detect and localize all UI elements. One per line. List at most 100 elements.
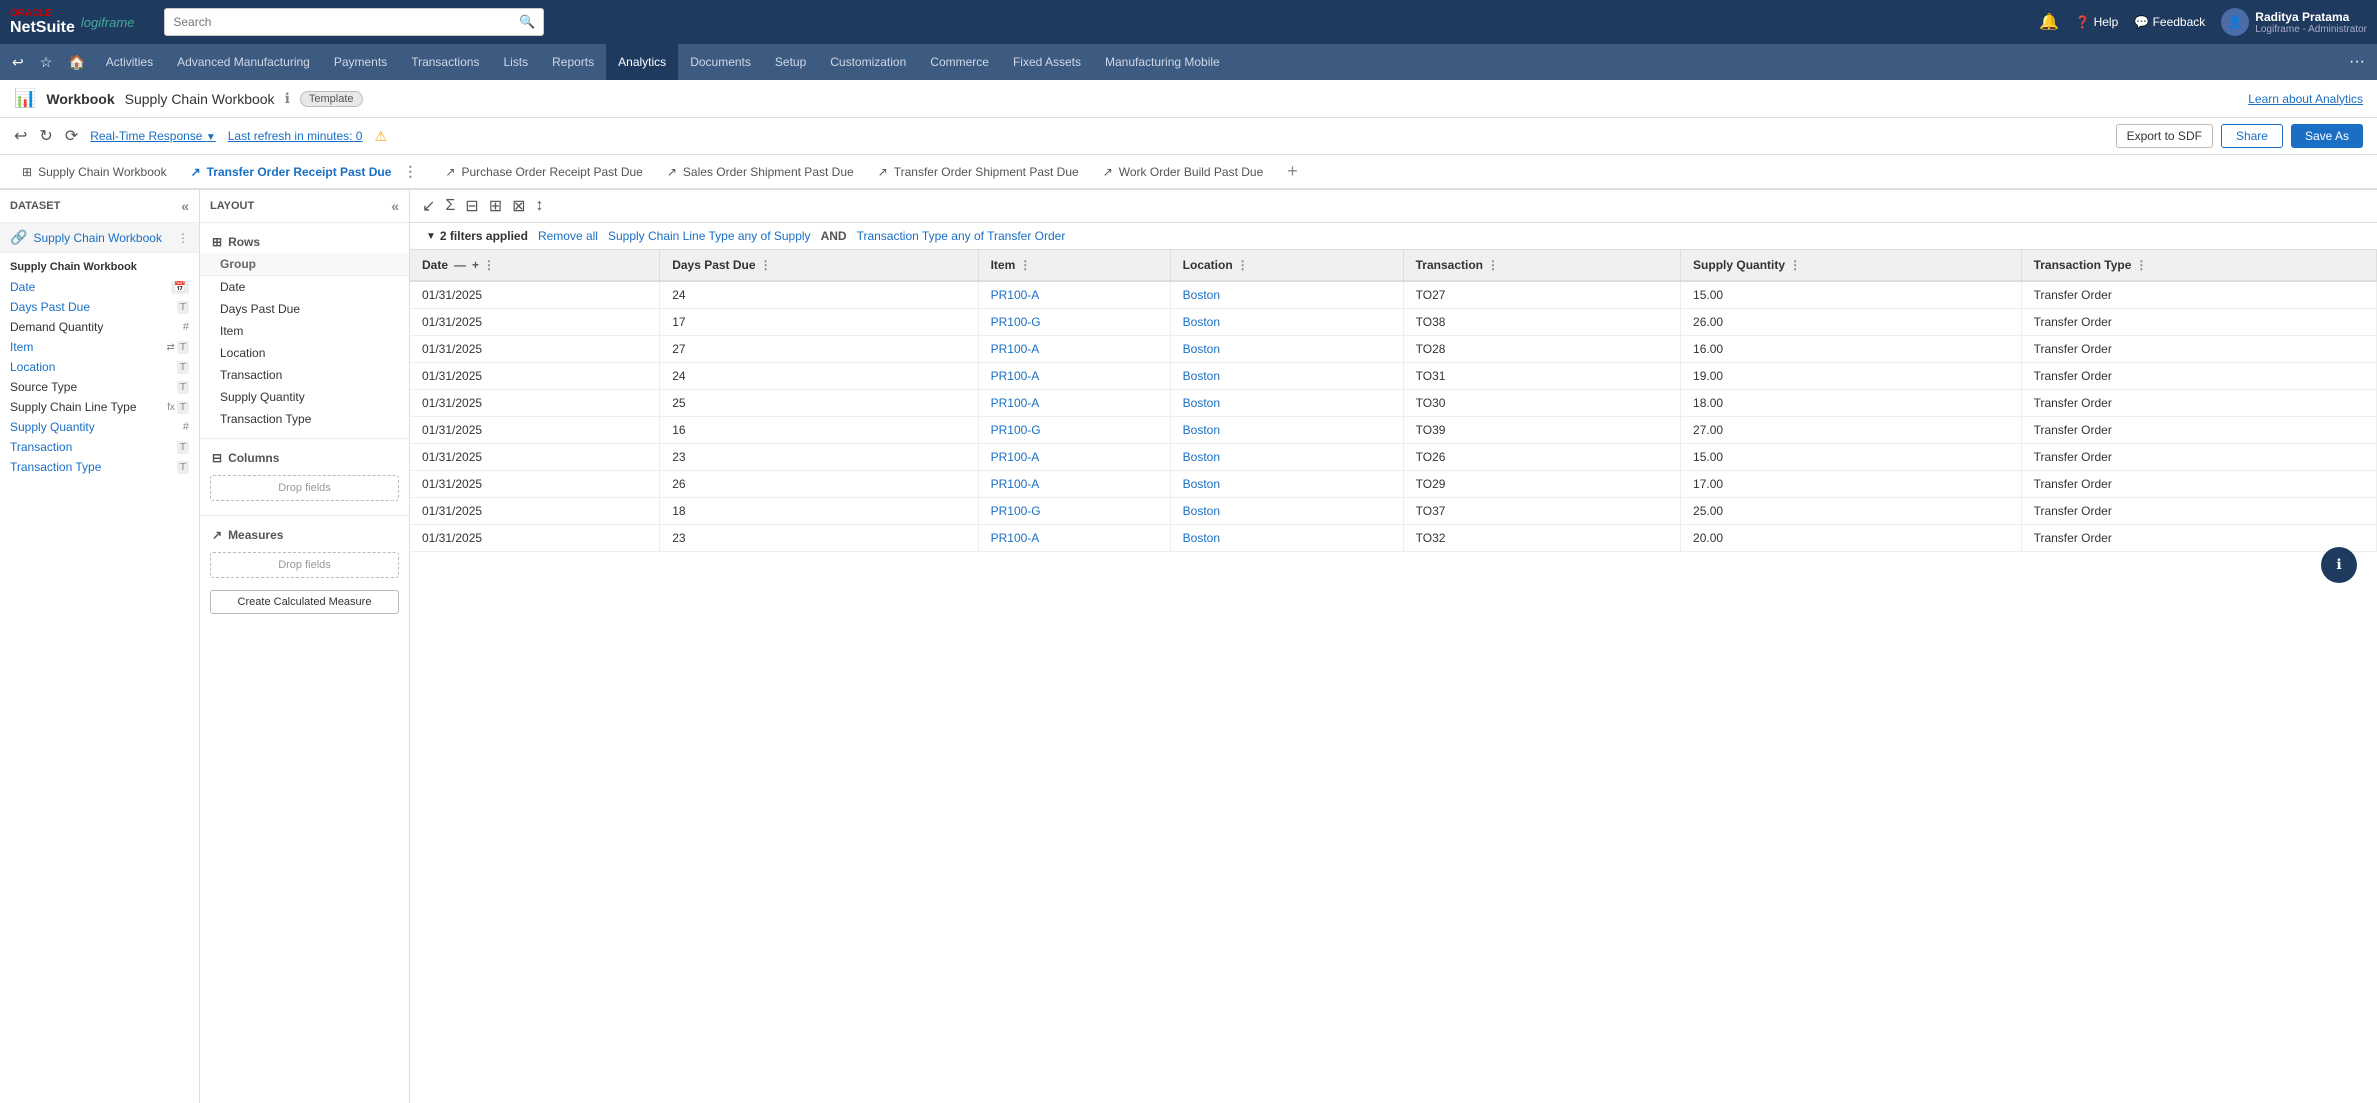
tx-type-col-menu[interactable]: ⋮: [2135, 258, 2147, 272]
nav-star-icon[interactable]: ☆: [32, 54, 61, 71]
dataset-kebab-menu[interactable]: ⋮: [177, 231, 189, 245]
cell-item-2[interactable]: PR100-A: [978, 336, 1170, 363]
cell-location-3[interactable]: Boston: [1170, 363, 1403, 390]
refresh-mode-btn[interactable]: Real-Time Response ▼: [90, 129, 216, 143]
layout-row-transaction-type[interactable]: Transaction Type: [200, 408, 409, 430]
last-refresh-info[interactable]: Last refresh in minutes: 0: [228, 129, 363, 143]
cell-item-7[interactable]: PR100-A: [978, 471, 1170, 498]
tab-purchase-order-receipt[interactable]: ↗ Purchase Order Receipt Past Due: [433, 157, 654, 189]
create-calculated-measure-button[interactable]: Create Calculated Measure: [210, 590, 399, 614]
cell-item-8[interactable]: PR100-G: [978, 498, 1170, 525]
dataset-collapse-btn[interactable]: «: [181, 198, 189, 214]
redo-icon[interactable]: ↻: [39, 126, 52, 146]
field-days-past-due[interactable]: Days Past Due T: [0, 297, 199, 317]
nav-back-icon[interactable]: ↩: [4, 54, 32, 71]
days-col-menu[interactable]: ⋮: [760, 258, 772, 272]
cell-item-5[interactable]: PR100-G: [978, 417, 1170, 444]
nav-transactions[interactable]: Transactions: [399, 44, 491, 80]
nav-reports[interactable]: Reports: [540, 44, 606, 80]
nav-more-icon[interactable]: ···: [2341, 53, 2373, 71]
refresh-icon[interactable]: ⟳: [65, 126, 78, 146]
user-info[interactable]: 👤 Raditya Pratama Logiframe - Administra…: [2221, 8, 2367, 36]
field-location[interactable]: Location T: [0, 357, 199, 377]
add-tab-button[interactable]: +: [1279, 161, 1306, 182]
nav-fixed-assets[interactable]: Fixed Assets: [1001, 44, 1093, 80]
feedback-button[interactable]: 💬 Feedback: [2134, 15, 2205, 29]
cell-item-6[interactable]: PR100-A: [978, 444, 1170, 471]
nav-advanced-manufacturing[interactable]: Advanced Manufacturing: [165, 44, 322, 80]
cell-location-0[interactable]: Boston: [1170, 281, 1403, 309]
item-col-menu[interactable]: ⋮: [1019, 258, 1031, 272]
cell-item-1[interactable]: PR100-G: [978, 309, 1170, 336]
nav-customization[interactable]: Customization: [818, 44, 918, 80]
cell-item-9[interactable]: PR100-A: [978, 525, 1170, 552]
cell-location-2[interactable]: Boston: [1170, 336, 1403, 363]
field-transaction-type[interactable]: Transaction Type T: [0, 457, 199, 477]
tool-filter-icon[interactable]: ⊟: [465, 196, 478, 216]
layout-collapse-btn[interactable]: «: [391, 198, 399, 214]
save-as-button[interactable]: Save As: [2291, 124, 2363, 148]
tab-work-order-build[interactable]: ↗ Work Order Build Past Due: [1091, 157, 1276, 189]
measures-drop-zone[interactable]: Drop fields: [210, 552, 399, 578]
cell-item-0[interactable]: PR100-A: [978, 281, 1170, 309]
nav-manufacturing-mobile[interactable]: Manufacturing Mobile: [1093, 44, 1232, 80]
tab-supply-chain-workbook[interactable]: ⊞ Supply Chain Workbook: [10, 157, 179, 189]
date-col-menu[interactable]: ⋮: [483, 258, 495, 272]
tool-arrow-icon[interactable]: ↙: [422, 196, 435, 216]
dataset-source-title[interactable]: 🔗 Supply Chain Workbook ⋮: [0, 223, 199, 253]
cell-item-4[interactable]: PR100-A: [978, 390, 1170, 417]
search-input[interactable]: [173, 15, 519, 29]
help-button[interactable]: ❓ Help: [2075, 15, 2118, 29]
layout-row-supply-quantity[interactable]: Supply Quantity: [200, 386, 409, 408]
nav-documents[interactable]: Documents: [678, 44, 763, 80]
cell-location-7[interactable]: Boston: [1170, 471, 1403, 498]
field-item[interactable]: Item ⇄ T: [0, 337, 199, 357]
info-bubble[interactable]: ℹ: [2321, 547, 2357, 583]
cell-location-9[interactable]: Boston: [1170, 525, 1403, 552]
cell-location-4[interactable]: Boston: [1170, 390, 1403, 417]
columns-drop-zone[interactable]: Drop fields: [210, 475, 399, 501]
layout-row-date[interactable]: Date: [200, 276, 409, 298]
tab-transfer-order-receipt[interactable]: ↗ Transfer Order Receipt Past Due ⋮: [179, 155, 434, 190]
cell-location-1[interactable]: Boston: [1170, 309, 1403, 336]
nav-home-icon[interactable]: 🏠: [60, 54, 93, 71]
cell-location-6[interactable]: Boston: [1170, 444, 1403, 471]
nav-activities[interactable]: Activities: [94, 44, 165, 80]
tab-transfer-order-shipment[interactable]: ↗ Transfer Order Shipment Past Due: [866, 157, 1091, 189]
nav-payments[interactable]: Payments: [322, 44, 399, 80]
filter-1[interactable]: Supply Chain Line Type any of Supply: [608, 229, 811, 243]
search-bar[interactable]: 🔍: [164, 8, 544, 36]
nav-commerce[interactable]: Commerce: [918, 44, 1001, 80]
chevron-down-icon[interactable]: ▼: [426, 231, 436, 242]
remove-all-filters-btn[interactable]: Remove all: [538, 229, 598, 243]
tool-sort-icon[interactable]: ⊞: [489, 196, 502, 216]
layout-row-transaction[interactable]: Transaction: [200, 364, 409, 386]
learn-analytics-link[interactable]: Learn about Analytics: [2248, 92, 2363, 106]
field-source-type[interactable]: Source Type T: [0, 377, 199, 397]
filter-2[interactable]: Transaction Type any of Transfer Order: [857, 229, 1066, 243]
layout-row-days-past-due[interactable]: Days Past Due: [200, 298, 409, 320]
export-sdf-button[interactable]: Export to SDF: [2116, 124, 2213, 148]
field-supply-chain-line-type[interactable]: Supply Chain Line Type fx T: [0, 397, 199, 417]
nav-lists[interactable]: Lists: [491, 44, 540, 80]
tool-expand-icon[interactable]: ↕: [536, 197, 544, 215]
date-plus-btn[interactable]: +: [472, 258, 479, 272]
layout-row-item[interactable]: Item: [200, 320, 409, 342]
supply-qty-col-menu[interactable]: ⋮: [1789, 258, 1801, 272]
tab-more-btn-1[interactable]: ⋮: [399, 163, 421, 180]
info-icon[interactable]: ℹ: [285, 90, 290, 107]
location-col-menu[interactable]: ⋮: [1237, 258, 1249, 272]
nav-setup[interactable]: Setup: [763, 44, 818, 80]
cell-location-8[interactable]: Boston: [1170, 498, 1403, 525]
tab-sales-order-shipment[interactable]: ↗ Sales Order Shipment Past Due: [655, 157, 866, 189]
field-demand-quantity[interactable]: Demand Quantity #: [0, 317, 199, 337]
cell-location-5[interactable]: Boston: [1170, 417, 1403, 444]
undo-icon[interactable]: ↩: [14, 126, 27, 146]
field-date[interactable]: Date 📅: [0, 277, 199, 297]
field-supply-quantity[interactable]: Supply Quantity #: [0, 417, 199, 437]
tool-group-icon[interactable]: ⊠: [512, 196, 525, 216]
share-button[interactable]: Share: [2221, 124, 2283, 148]
tool-sigma-icon[interactable]: Σ: [445, 197, 455, 215]
nav-analytics[interactable]: Analytics: [606, 44, 678, 80]
cell-item-3[interactable]: PR100-A: [978, 363, 1170, 390]
